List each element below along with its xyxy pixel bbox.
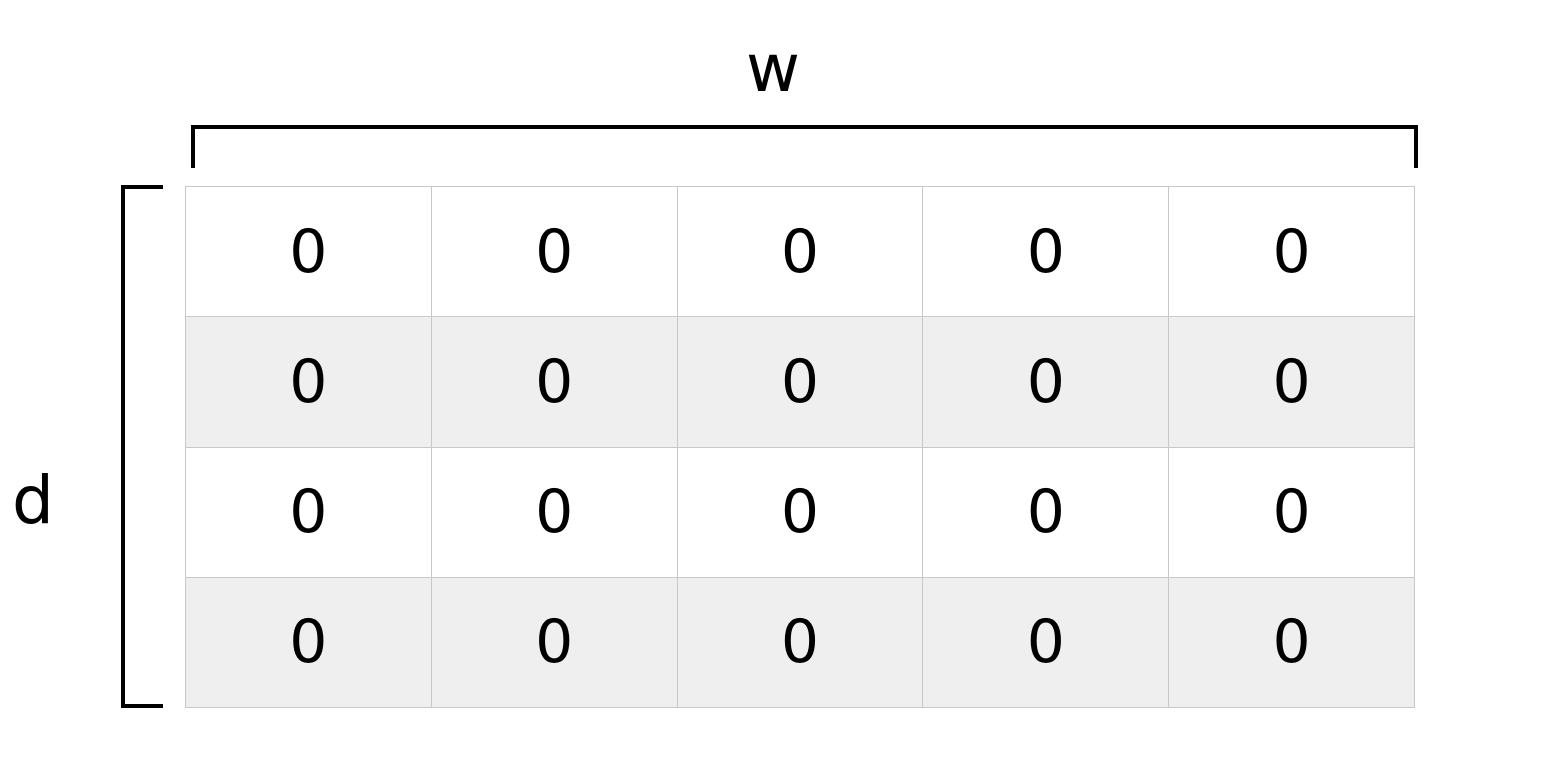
depth-bracket bbox=[121, 185, 163, 708]
matrix-cell: 0 bbox=[923, 187, 1170, 318]
matrix-cell: 0 bbox=[1169, 317, 1415, 448]
matrix-cell: 0 bbox=[431, 187, 678, 318]
matrix-cell: 0 bbox=[431, 577, 678, 708]
matrix-cell: 0 bbox=[1169, 447, 1415, 578]
matrix-cell: 0 bbox=[186, 577, 432, 708]
matrix-cell: 0 bbox=[186, 447, 432, 578]
matrix-cell: 0 bbox=[1169, 577, 1415, 708]
matrix-cell: 0 bbox=[923, 447, 1170, 578]
depth-label: d bbox=[12, 462, 54, 539]
matrix-cell: 0 bbox=[1169, 187, 1415, 318]
matrix-cell: 0 bbox=[186, 317, 432, 448]
matrix-cell: 0 bbox=[923, 317, 1170, 448]
matrix-cell: 0 bbox=[186, 187, 432, 318]
matrix-cell: 0 bbox=[677, 187, 924, 318]
matrix-cell: 0 bbox=[677, 317, 924, 448]
counter-matrix: 0 0 0 0 0 0 0 0 0 0 0 0 0 0 0 0 0 0 0 0 bbox=[185, 186, 1415, 708]
matrix-cell: 0 bbox=[677, 447, 924, 578]
width-label: w bbox=[746, 30, 800, 107]
matrix-cell: 0 bbox=[677, 577, 924, 708]
matrix-cell: 0 bbox=[431, 317, 678, 448]
matrix-cell: 0 bbox=[923, 577, 1170, 708]
width-bracket bbox=[191, 125, 1418, 168]
matrix-cell: 0 bbox=[431, 447, 678, 578]
